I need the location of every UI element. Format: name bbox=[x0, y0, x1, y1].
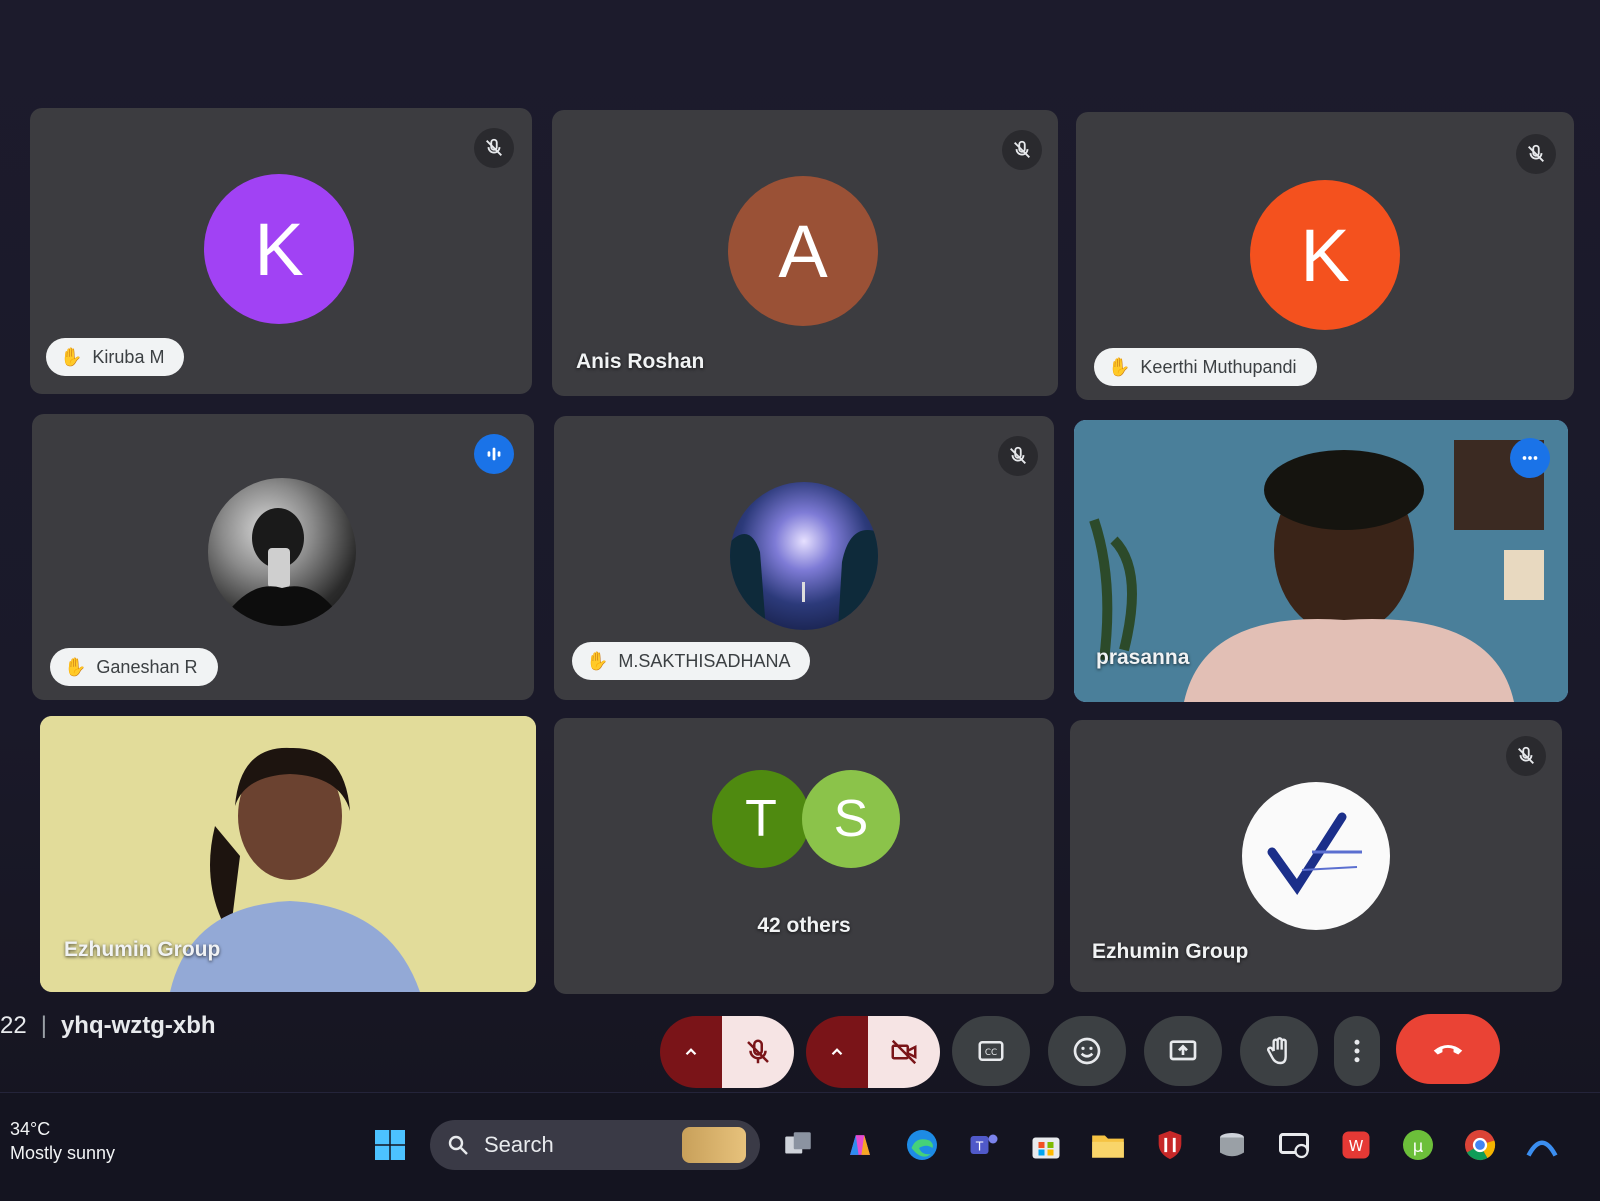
participant-tile-keerthi[interactable]: K ✋ Keerthi Muthupandi bbox=[1076, 112, 1574, 400]
mic-off-icon bbox=[1506, 736, 1546, 776]
search-highlight-icon bbox=[682, 1127, 746, 1163]
raised-hand-icon: ✋ bbox=[586, 650, 609, 671]
taskbar-search[interactable]: Search bbox=[430, 1120, 760, 1170]
remote-monitor-icon[interactable] bbox=[1272, 1123, 1316, 1167]
mic-off-icon bbox=[1516, 134, 1556, 174]
speaking-indicator-icon bbox=[474, 434, 514, 474]
profile-photo bbox=[730, 482, 878, 630]
mic-off-icon bbox=[474, 128, 514, 168]
avatar: T bbox=[712, 770, 810, 868]
participant-tile-kiruba[interactable]: K ✋ Kiruba M bbox=[30, 108, 532, 394]
raise-hand-button[interactable] bbox=[1240, 1016, 1318, 1086]
svg-text:T: T bbox=[975, 1139, 984, 1153]
file-explorer-icon[interactable] bbox=[1086, 1123, 1130, 1167]
camera-off-icon bbox=[891, 1039, 917, 1065]
others-count-label: 42 others bbox=[757, 914, 851, 937]
participant-tile-sakthisadhana[interactable]: ✋ M.SAKTHISADHANA bbox=[554, 416, 1054, 700]
search-label: Search bbox=[484, 1132, 554, 1157]
raised-hand-icon: ✋ bbox=[1108, 356, 1131, 377]
separator: | bbox=[40, 1012, 47, 1039]
more-options-icon[interactable] bbox=[1510, 438, 1550, 478]
windows-start-icon[interactable] bbox=[368, 1123, 412, 1167]
name-label: Ezhumin Group bbox=[1092, 940, 1249, 963]
mic-toggle-button[interactable] bbox=[722, 1016, 794, 1088]
chrome-icon[interactable] bbox=[1458, 1123, 1502, 1167]
present-screen-icon bbox=[1169, 1040, 1197, 1061]
mic-off-icon bbox=[998, 436, 1038, 476]
meeting-info: 22 | yhq-wztg-xbh bbox=[0, 1012, 216, 1040]
meet-window: K ✋ Kiruba M A Anis Roshan K ✋ Keerthi M… bbox=[0, 0, 1600, 1201]
more-vert-icon bbox=[1354, 1039, 1360, 1063]
weather-desc: Mostly sunny bbox=[10, 1143, 116, 1163]
name-label: ✋ M.SAKTHISADHANA bbox=[572, 642, 811, 680]
emoji-icon bbox=[1073, 1037, 1101, 1065]
copilot-icon[interactable] bbox=[838, 1123, 882, 1167]
svg-text:W: W bbox=[1349, 1137, 1364, 1155]
avatar: K bbox=[1250, 180, 1400, 330]
wps-office-icon[interactable]: W bbox=[1334, 1123, 1378, 1167]
present-button[interactable] bbox=[1144, 1016, 1222, 1086]
app-launcher-icon[interactable] bbox=[1520, 1123, 1564, 1167]
mic-off-icon bbox=[1002, 130, 1042, 170]
hang-up-icon bbox=[1433, 1045, 1463, 1055]
ezhumin-logo bbox=[1242, 782, 1390, 930]
avatar: S bbox=[802, 770, 900, 868]
utorrent-icon[interactable]: µ bbox=[1396, 1123, 1440, 1167]
weather-temp: 34°C bbox=[10, 1119, 51, 1139]
teams-icon[interactable]: T bbox=[962, 1123, 1006, 1167]
participant-tile-prasanna[interactable]: prasanna bbox=[1074, 420, 1568, 702]
profile-photo bbox=[208, 478, 356, 626]
task-view-icon[interactable] bbox=[776, 1123, 820, 1167]
raised-hand-icon: ✋ bbox=[64, 656, 87, 677]
participant-tile-anis[interactable]: A Anis Roshan bbox=[552, 110, 1058, 396]
hand-icon bbox=[1267, 1037, 1287, 1065]
weather-widget[interactable]: 34°C Mostly sunny bbox=[10, 1117, 115, 1165]
mic-control-group bbox=[660, 1016, 794, 1088]
meeting-code: yhq-wztg-xbh bbox=[60, 1012, 216, 1039]
edge-browser-icon[interactable] bbox=[900, 1123, 944, 1167]
database-app-icon[interactable] bbox=[1210, 1123, 1254, 1167]
captions-icon: CC bbox=[978, 1041, 1004, 1061]
svg-text:µ: µ bbox=[1413, 1137, 1424, 1156]
camera-control-group bbox=[806, 1016, 940, 1088]
avatar: A bbox=[728, 176, 878, 326]
camera-toggle-button[interactable] bbox=[868, 1016, 940, 1088]
leave-call-button[interactable] bbox=[1396, 1014, 1500, 1084]
name-label: ✋ Keerthi Muthupandi bbox=[1094, 348, 1317, 386]
captions-button[interactable]: CC bbox=[952, 1016, 1030, 1086]
raised-hand-icon: ✋ bbox=[60, 346, 83, 367]
more-options-button[interactable] bbox=[1334, 1016, 1380, 1086]
camera-options-button[interactable] bbox=[806, 1016, 868, 1088]
meeting-time: 22 bbox=[0, 1012, 27, 1039]
name-label: Ezhumin Group bbox=[64, 938, 221, 961]
name-label: prasanna bbox=[1096, 646, 1190, 669]
name-label: ✋ Ganeshan R bbox=[50, 648, 218, 686]
search-icon bbox=[448, 1135, 468, 1155]
name-label: Anis Roshan bbox=[576, 350, 705, 373]
participant-tile-ezhumin-logo[interactable]: Ezhumin Group bbox=[1070, 720, 1562, 992]
reactions-button[interactable] bbox=[1048, 1016, 1126, 1086]
store-icon[interactable] bbox=[1024, 1123, 1068, 1167]
participant-tile-ezhumin-video[interactable]: Ezhumin Group bbox=[40, 716, 536, 992]
mic-off-icon bbox=[747, 1039, 769, 1064]
security-app-icon[interactable] bbox=[1148, 1123, 1192, 1167]
avatar: K bbox=[204, 174, 354, 324]
participant-tile-ganeshan[interactable]: ✋ Ganeshan R bbox=[32, 414, 534, 700]
participant-tile-others[interactable]: T S 42 others bbox=[554, 718, 1054, 994]
name-label: ✋ Kiruba M bbox=[46, 338, 185, 376]
mic-options-button[interactable] bbox=[660, 1016, 722, 1088]
svg-text:CC: CC bbox=[985, 1048, 997, 1058]
